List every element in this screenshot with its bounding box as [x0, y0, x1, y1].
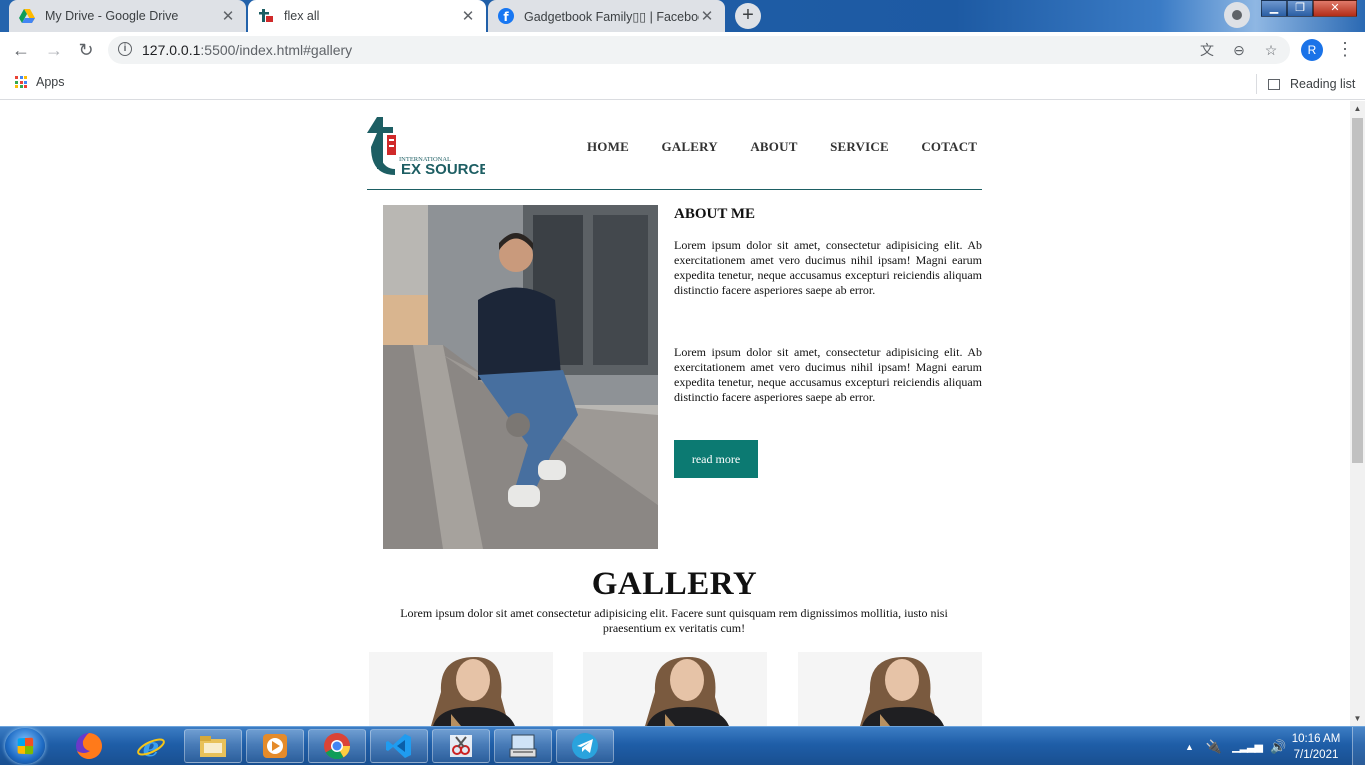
back-arrow-icon[interactable]: ←: [7, 36, 35, 64]
profile-avatar[interactable]: R: [1301, 39, 1323, 61]
apps-grid-icon: [15, 76, 27, 88]
media-player-icon[interactable]: [246, 729, 304, 763]
reading-list-icon: [1268, 78, 1280, 90]
site-header: INTERNATIONAL EX SOURCE HOME GALERY ABOU…: [367, 101, 982, 190]
apps-shortcut[interactable]: Apps: [15, 75, 65, 89]
browser-tab-strip: My Drive - Google Drive ✕ flex all ✕ f G…: [0, 0, 1365, 32]
apps-label: Apps: [36, 75, 65, 89]
about-paragraph-1: Lorem ipsum dolor sit amet, consectetur …: [674, 238, 982, 297]
tab-gadgetbook[interactable]: f Gadgetbook Family▯▯ | Faceboo ✕: [488, 0, 725, 32]
read-more-button[interactable]: read more: [674, 440, 758, 478]
internet-explorer-icon[interactable]: e: [122, 729, 180, 763]
about-heading: ABOUT ME: [674, 206, 755, 222]
reading-list-button[interactable]: Reading list: [1256, 74, 1355, 94]
volume-icon[interactable]: 🔊: [1270, 739, 1286, 755]
on-screen-keyboard-icon[interactable]: [494, 729, 552, 763]
svg-text:f: f: [503, 10, 509, 24]
gallery-image-2[interactable]: [583, 652, 767, 726]
about-section: ABOUT ME Lorem ipsum dolor sit amet, con…: [674, 205, 982, 404]
gallery-title: GALLERY: [591, 566, 758, 602]
web-page: INTERNATIONAL EX SOURCE HOME GALERY ABOU…: [0, 101, 1350, 726]
nav-galery[interactable]: GALERY: [661, 139, 717, 155]
gallery-description: Lorem ipsum dolor sit amet consectetur a…: [400, 606, 948, 635]
minimize-button[interactable]: ▁: [1261, 0, 1287, 17]
windows-taskbar: e ▲ 🔌 ▁▂▃▅ 🔊 10:16 AM 7/1/2021: [0, 726, 1365, 766]
vscode-icon[interactable]: [370, 729, 428, 763]
reload-icon[interactable]: ↻: [72, 36, 100, 64]
svg-text:e: e: [143, 733, 160, 761]
clock-time: 10:16 AM: [1291, 733, 1341, 745]
nav-about[interactable]: ABOUT: [750, 139, 797, 155]
tab-title: flex all: [284, 9, 320, 23]
svg-text:EX SOURCE: EX SOURCE: [401, 161, 485, 175]
nav-contact[interactable]: COTACT: [921, 139, 977, 155]
clock-date: 7/1/2021: [1293, 749, 1339, 761]
about-paragraph-2: Lorem ipsum dolor sit amet, consectetur …: [674, 345, 982, 404]
tab-title: Gadgetbook Family▯▯ | Faceboo: [524, 9, 699, 24]
chrome-icon[interactable]: [308, 729, 366, 763]
site-logo[interactable]: INTERNATIONAL EX SOURCE: [367, 117, 485, 175]
nav-service[interactable]: SERVICE: [830, 139, 889, 155]
gallery-image-3[interactable]: [798, 652, 982, 726]
page-scrollbar[interactable]: ▲ ▼: [1350, 101, 1365, 726]
telegram-icon[interactable]: [556, 729, 614, 763]
facebook-icon: f: [498, 8, 514, 24]
address-bar[interactable]: i 127.0.0.1:5500/index.html#gallery 文 ⊖ …: [108, 36, 1290, 64]
close-icon[interactable]: ✕: [460, 7, 476, 25]
url-text[interactable]: 127.0.0.1:5500/index.html#gallery: [142, 42, 352, 58]
scroll-down-icon[interactable]: ▼: [1350, 711, 1365, 726]
main-nav: HOME GALERY ABOUT SERVICE COTACT: [587, 139, 977, 155]
browser-toolbar: ← → ↻ i 127.0.0.1:5500/index.html#galler…: [0, 32, 1365, 68]
about-photo: [383, 205, 658, 549]
site-info-icon[interactable]: i: [118, 42, 132, 56]
network-signal-icon[interactable]: ▁▂▃▅: [1232, 740, 1263, 753]
file-explorer-icon[interactable]: [184, 729, 242, 763]
tab-google-drive[interactable]: My Drive - Google Drive ✕: [9, 0, 246, 32]
system-tray: ▲ 🔌 ▁▂▃▅ 🔊: [1185, 727, 1286, 766]
scroll-thumb[interactable]: [1352, 118, 1363, 463]
power-icon[interactable]: 🔌: [1206, 739, 1222, 755]
bookmark-star-icon[interactable]: ☆: [1262, 42, 1280, 58]
scroll-up-icon[interactable]: ▲: [1350, 101, 1365, 116]
gallery-image-1[interactable]: [369, 652, 553, 726]
forward-arrow-icon[interactable]: →: [40, 36, 68, 64]
firefox-icon[interactable]: [60, 729, 118, 763]
nav-home[interactable]: HOME: [587, 139, 629, 155]
close-window-button[interactable]: ✕: [1313, 0, 1357, 17]
tab-flex-all[interactable]: flex all ✕: [248, 0, 486, 32]
restore-button[interactable]: ❐: [1287, 0, 1313, 17]
close-icon[interactable]: ✕: [699, 7, 715, 25]
tab-search-icon[interactable]: [1224, 2, 1250, 28]
show-hidden-icons-icon[interactable]: ▲: [1185, 742, 1194, 752]
start-button[interactable]: [5, 728, 45, 764]
reading-list-label: Reading list: [1290, 77, 1356, 91]
bookmarks-bar: Apps Reading list: [0, 68, 1365, 100]
ts-logo-icon: [258, 8, 274, 24]
zoom-icon[interactable]: ⊖: [1230, 42, 1248, 58]
menu-kebab-icon[interactable]: ⋮: [1336, 38, 1354, 62]
tab-title: My Drive - Google Drive: [45, 9, 179, 23]
new-tab-button[interactable]: +: [735, 3, 761, 29]
window-controls: ▁ ❐ ✕: [1261, 0, 1357, 17]
show-desktop-button[interactable]: [1352, 727, 1365, 766]
taskbar-clock[interactable]: 10:16 AM 7/1/2021: [1290, 731, 1342, 763]
translate-icon[interactable]: 文: [1198, 42, 1216, 58]
snipping-tool-icon[interactable]: [432, 729, 490, 763]
close-icon[interactable]: ✕: [220, 7, 236, 25]
google-drive-icon: [19, 8, 35, 24]
